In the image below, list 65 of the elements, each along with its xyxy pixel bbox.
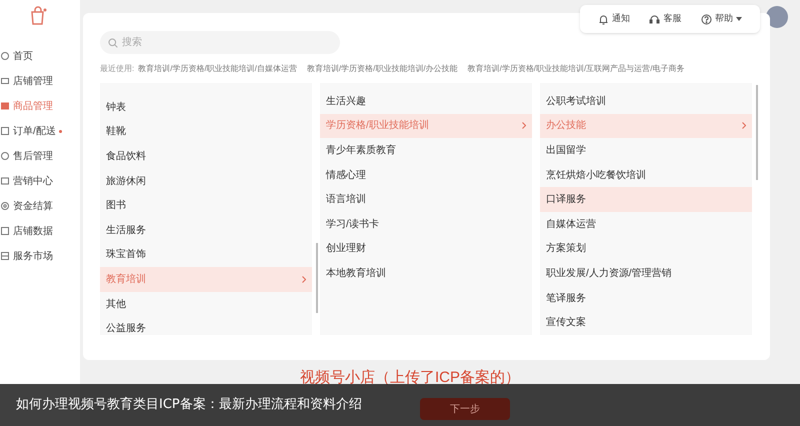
menu-icon [0,201,10,211]
category-item[interactable]: 语言培训 [320,187,532,212]
recent-category-link[interactable]: 教育培训/学历资格/职业技能培训/互联网产品与运营/电子商务 [468,63,684,75]
chevron-right-icon [522,122,526,130]
recent-category-link[interactable]: 教育培训/学历资格/职业技能培训/办公技能 [306,63,458,75]
help-icon [701,14,712,24]
sidebar-item[interactable]: 店铺管理 [0,71,80,91]
recent-category-link[interactable]: 教育培训/学历资格/职业技能培训/自媒体运营 [138,63,297,75]
menu-icon [0,51,10,61]
category-item[interactable]: 出国留学 [540,138,752,163]
category-item[interactable]: 生活服务 [100,218,312,243]
category-item[interactable]: 职业发展/人力资源/管理营销 [540,261,752,286]
category-item[interactable]: 鞋靴 [100,120,312,144]
menu-icon [0,76,10,86]
category-item[interactable]: 食品饮料 [100,144,312,169]
bag-logo-icon [28,6,48,26]
sidebar-item[interactable]: 订单/配送 [0,121,80,141]
chevron-right-icon [302,276,306,283]
category-item[interactable]: 情感心理 [320,162,532,188]
caption-text: 如何办理视频号教育类目ICP备案：最新办理流程和资料介绍 [16,396,362,414]
search-input[interactable]: 搜索 [122,35,322,50]
category-item[interactable]: 学习/读书卡 [320,212,532,237]
category-item[interactable]: 笔译服务 [540,286,752,310]
sidebar-item[interactable]: 资金结算 [0,196,80,216]
category-item[interactable]: 公职考试培训 [540,89,752,114]
overlay-title: 视频号小店（上传了ICP备案的） [300,368,520,388]
category-item[interactable]: 图书 [100,193,312,218]
chevron-right-icon [742,122,746,130]
category-item[interactable]: 创业理财 [320,236,532,262]
category-item[interactable]: 钟表 [100,95,312,120]
menu-icon [0,151,10,161]
category-item[interactable]: 生活兴趣 [320,89,532,114]
bell-icon [598,14,609,24]
sidebar-item[interactable]: 服务市场 [0,246,80,266]
menu-icon [0,226,10,236]
headset-icon [649,14,660,24]
category-item[interactable]: 公益服务 [100,316,312,341]
sidebar-item[interactable]: 店铺数据 [0,221,80,241]
menu-icon [0,126,10,136]
category-item[interactable]: 本地教育培训 [320,261,532,286]
sidebar-item[interactable]: 售后管理 [0,146,80,166]
menu-icon [0,176,10,186]
caret-icon [736,17,742,21]
toolbar-button[interactable]: 通知 [598,12,630,26]
category-item[interactable]: 其他 [100,292,312,316]
category-item[interactable]: 烹饪烘焙小吃餐饮培训 [540,162,752,188]
category-item[interactable]: 旅游休闲 [100,168,312,194]
search-icon [108,38,118,48]
category-item[interactable]: 珠宝首饰 [100,242,312,268]
category-item[interactable]: 自媒体运营 [540,212,752,237]
next-button[interactable]: 下一步 [420,398,510,420]
category-item[interactable]: 口译服务 [540,187,752,212]
category-item[interactable]: 青少年素质教育 [320,138,532,163]
menu-icon [0,251,10,261]
menu-icon [0,101,10,111]
recent-label: 最近使用: [100,63,134,75]
search-field[interactable]: 搜索 [100,31,340,54]
sidebar-item[interactable]: 营销中心 [0,171,80,191]
scrollbar[interactable] [756,85,758,180]
sidebar-item[interactable]: 首页 [0,46,80,66]
scrollbar[interactable] [316,243,318,313]
category-item[interactable]: 方案策划 [540,236,752,262]
toolbar-button[interactable]: 帮助 [701,12,742,26]
toolbar-button[interactable]: 客服 [649,12,682,26]
category-item[interactable]: 宣传文案 [540,310,752,335]
